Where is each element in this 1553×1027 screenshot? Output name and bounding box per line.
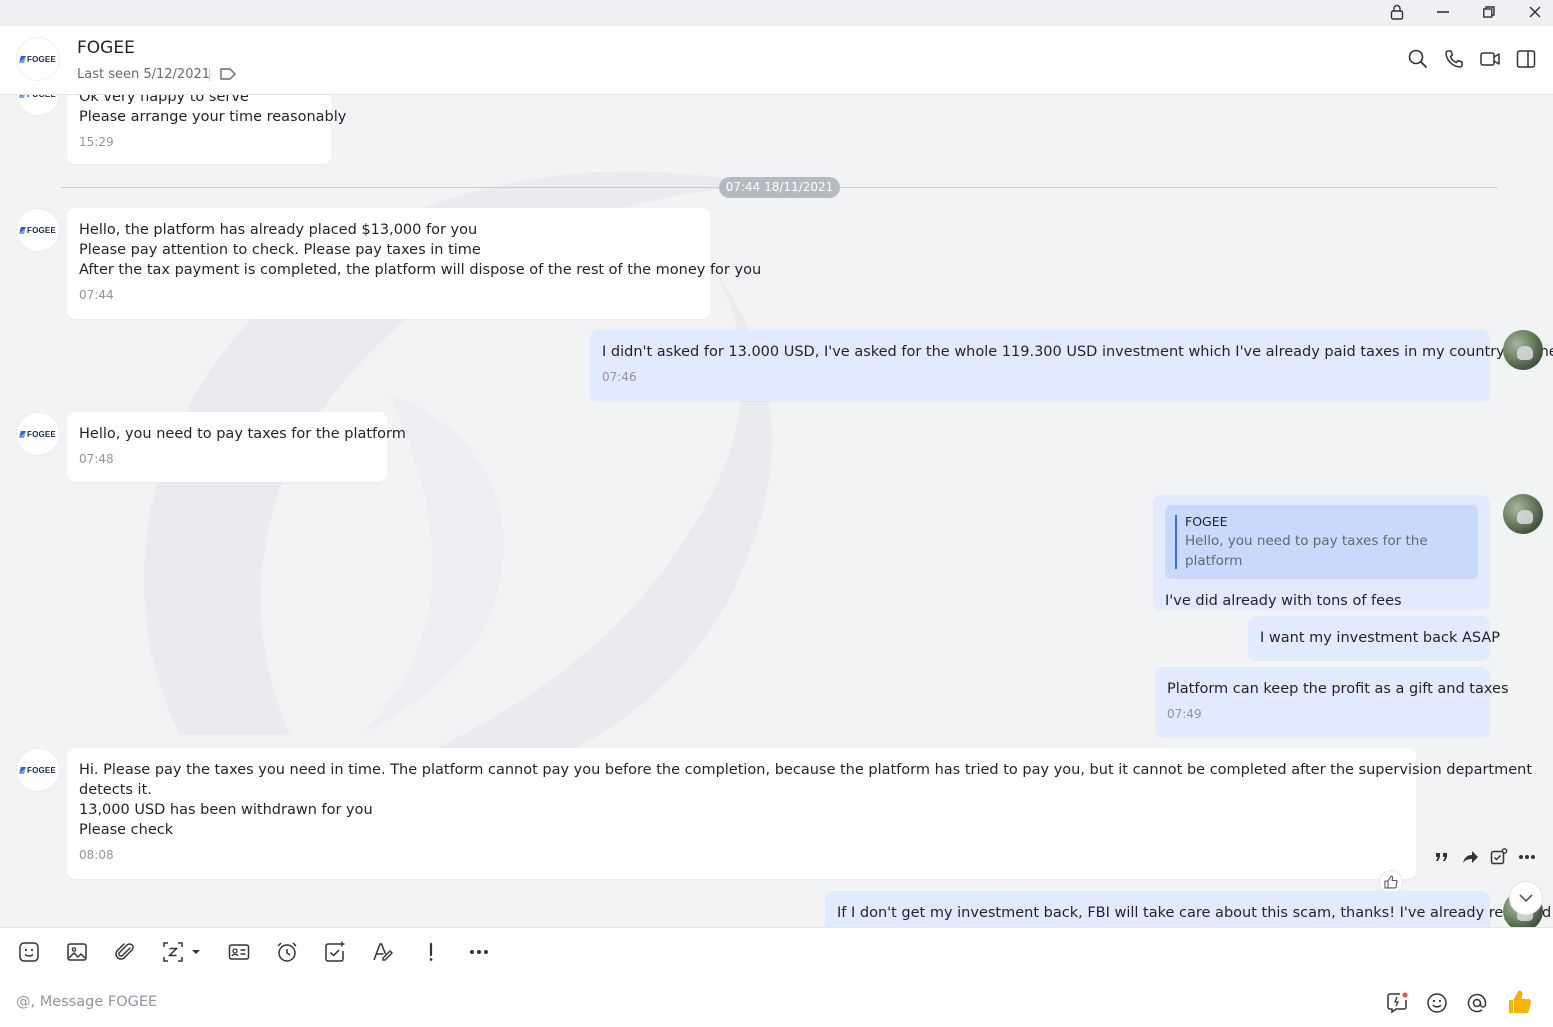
message-text: Ok very happy to serve <box>79 95 249 105</box>
video-call-icon[interactable] <box>1479 48 1501 70</box>
forward-icon[interactable] <box>1462 849 1480 865</box>
emoji-icon[interactable] <box>1425 991 1449 1015</box>
urgent-icon[interactable] <box>419 940 443 964</box>
contact-card-icon[interactable] <box>227 940 251 964</box>
tag-icon[interactable] <box>219 66 237 82</box>
sender-avatar[interactable]: FOGEE <box>16 748 60 792</box>
fogee-logo-icon <box>19 55 26 63</box>
close-icon[interactable] <box>1515 0 1553 24</box>
more-actions-icon[interactable] <box>1518 854 1536 860</box>
message-bubble[interactable]: Ok very happy to serve Please arrange yo… <box>67 95 347 164</box>
message-text: Hello, the platform has already placed $… <box>79 222 478 238</box>
message-list[interactable]: FOGEE Ok very happy to serve Please arra… <box>0 95 1553 927</box>
thumbs-up-icon[interactable] <box>1506 988 1534 1016</box>
message-text: detects it. <box>79 782 152 798</box>
minimize-icon[interactable] <box>1423 0 1463 24</box>
mention-icon[interactable] <box>1465 991 1489 1015</box>
avatar-logo-text: FOGEE <box>26 54 56 64</box>
window-titlebar <box>0 0 1553 26</box>
attachment-icon[interactable] <box>113 940 137 964</box>
message-text: Hi. Please pay the taxes you need in tim… <box>79 762 1533 778</box>
composer <box>0 975 1553 1027</box>
search-icon[interactable] <box>1407 48 1429 70</box>
fogee-logo-icon <box>19 766 26 774</box>
quoted-text: Hello, you need to pay taxes for the pla… <box>1185 533 1428 569</box>
message-text: I didn't asked for 13.000 USD, I've aske… <box>602 344 1553 360</box>
more-tools-icon[interactable] <box>467 940 491 964</box>
message-bubble[interactable]: Hello, the platform has already placed $… <box>67 208 762 319</box>
lock-icon[interactable] <box>1377 0 1417 24</box>
contact-name[interactable]: FOGEE <box>77 38 135 58</box>
message-bubble-mine[interactable]: If I don't get my investment back, FBI w… <box>825 891 1552 927</box>
sender-avatar[interactable]: FOGEE <box>16 95 60 116</box>
date-divider: 07:44 18/11/2021 <box>719 177 840 198</box>
message-bubble[interactable]: Hi. Please pay the taxes you need in tim… <box>67 748 1533 879</box>
reply-quote-icon[interactable] <box>1434 849 1450 865</box>
sender-avatar[interactable]: FOGEE <box>16 208 60 252</box>
fogee-logo-icon <box>19 226 26 234</box>
image-icon[interactable] <box>65 940 89 964</box>
alarm-clock-icon[interactable] <box>275 940 299 964</box>
chat-header: FOGEE <box>0 26 1553 95</box>
message-text: If I don't get my investment back, FBI w… <box>837 905 1552 921</box>
message-text: Please arrange your time reasonably <box>79 109 347 125</box>
message-text: Please check <box>79 822 174 838</box>
message-time: 08:08 <box>79 848 114 862</box>
quick-reply-icon[interactable] <box>1385 991 1409 1015</box>
message-text: Platform can keep the profit as a gift a… <box>1167 681 1509 697</box>
message-time: 07:49 <box>1167 707 1202 721</box>
message-text: 13,000 USD has been withdrawn for you <box>79 802 373 818</box>
phone-icon[interactable] <box>1443 48 1465 70</box>
contact-avatar[interactable]: FOGEE <box>16 37 60 81</box>
message-bubble-mine[interactable]: FOGEE Hello, you need to pay taxes for t… <box>1153 495 1490 609</box>
message-bubble-mine[interactable]: I want my investment back ASAP <box>1248 616 1501 660</box>
message-text: Please pay attention to check. Please pa… <box>79 242 481 258</box>
message-hover-actions <box>1430 847 1540 867</box>
message-text: I've did already with tons of fees <box>1165 593 1402 609</box>
chevron-down-icon <box>1519 894 1533 903</box>
sticker-icon[interactable] <box>17 940 41 964</box>
message-bubble-mine[interactable]: Platform can keep the profit as a gift a… <box>1155 667 1509 737</box>
message-input[interactable] <box>16 989 1356 1015</box>
message-time: 07:44 <box>79 288 114 302</box>
fogee-logo-icon <box>19 430 26 438</box>
scroll-to-bottom-button[interactable] <box>1509 881 1543 915</box>
message-bubble[interactable]: Hello, you need to pay taxes for the pla… <box>67 412 406 482</box>
screenshot-icon[interactable] <box>161 940 205 964</box>
fogee-logo-icon <box>19 95 26 98</box>
thumbs-up-outline-icon <box>1384 875 1398 889</box>
my-avatar[interactable] <box>1503 330 1543 370</box>
composer-toolbar <box>0 927 1553 975</box>
restore-icon[interactable] <box>1469 0 1509 24</box>
message-time: 07:46 <box>602 370 637 384</box>
add-task-icon[interactable] <box>1490 848 1508 866</box>
quoted-message[interactable]: FOGEE Hello, you need to pay taxes for t… <box>1165 505 1478 579</box>
message-time: 07:48 <box>79 452 114 466</box>
message-text: After the tax payment is completed, the … <box>79 262 762 278</box>
header-divider <box>209 68 210 81</box>
message-bubble-mine[interactable]: I didn't asked for 13.000 USD, I've aske… <box>590 330 1553 401</box>
side-panel-icon[interactable] <box>1515 48 1537 70</box>
message-text: I want my investment back ASAP <box>1260 630 1501 646</box>
message-text: Hello, you need to pay taxes for the pla… <box>79 426 406 442</box>
task-icon[interactable] <box>323 940 347 964</box>
my-avatar[interactable] <box>1503 494 1543 534</box>
message-time: 15:29 <box>79 135 114 149</box>
text-format-icon[interactable] <box>371 940 395 964</box>
last-seen-status: Last seen 5/12/2021 <box>77 67 211 82</box>
quoted-sender: FOGEE <box>1185 514 1228 529</box>
sender-avatar[interactable]: FOGEE <box>16 412 60 456</box>
